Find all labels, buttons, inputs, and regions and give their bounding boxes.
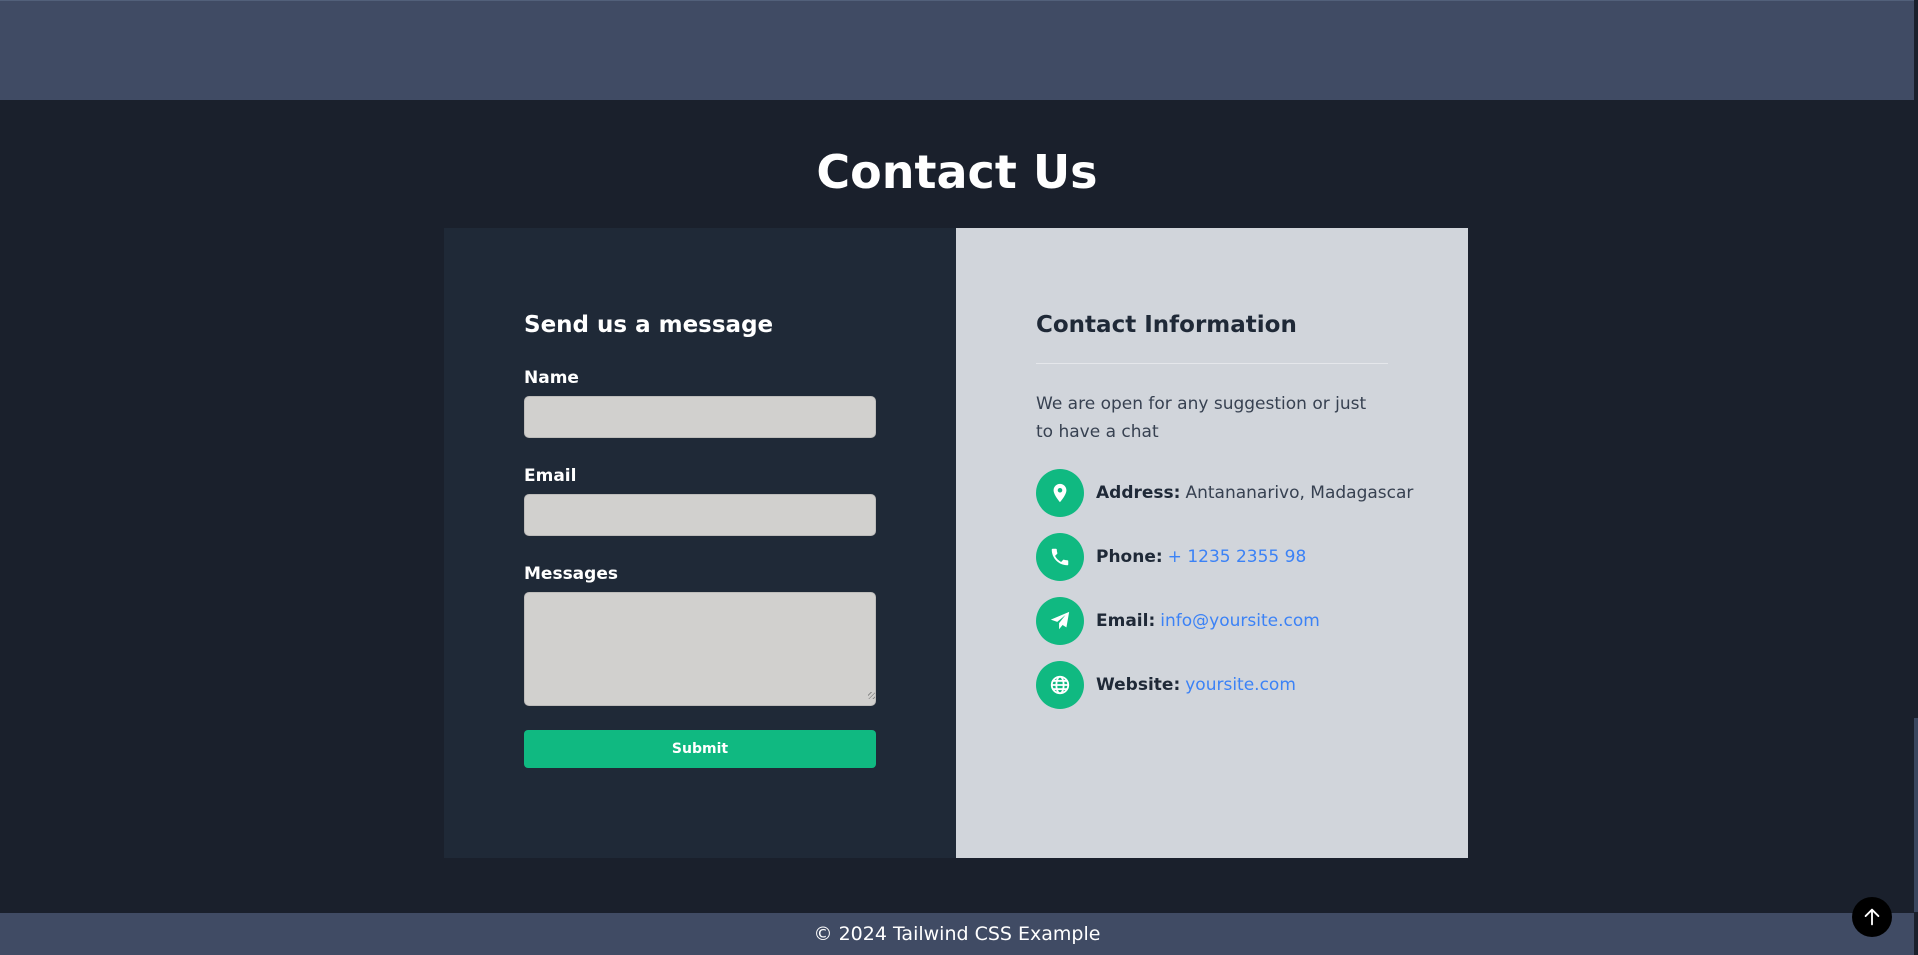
website-row: Website: yoursite.com [1036, 661, 1296, 709]
email-link[interactable]: info@yoursite.com [1160, 611, 1320, 631]
form-heading: Send us a message [524, 312, 774, 338]
contact-info-heading: Contact Information [1036, 312, 1297, 338]
messages-textarea[interactable] [524, 592, 876, 706]
submit-button[interactable]: Submit [524, 730, 876, 768]
phone-link[interactable]: + 1235 2355 98 [1168, 547, 1307, 567]
email-row: Email: info@yoursite.com [1036, 597, 1320, 645]
website-label: Website: [1096, 675, 1181, 695]
website-link[interactable]: yoursite.com [1185, 675, 1296, 695]
email-label: Email: [1096, 611, 1156, 631]
phone-icon [1036, 533, 1084, 581]
address-label: Address: [1096, 483, 1181, 503]
back-to-top-button[interactable] [1852, 897, 1892, 937]
header-band [0, 0, 1914, 100]
phone-row: Phone: + 1235 2355 98 [1036, 533, 1306, 581]
map-pin-icon [1036, 469, 1084, 517]
email-input[interactable] [524, 494, 876, 536]
page-title: Contact Us [816, 145, 1098, 199]
contact-info-panel: Contact Information We are open for any … [956, 228, 1468, 858]
name-input[interactable] [524, 396, 876, 438]
globe-icon [1036, 661, 1084, 709]
name-label: Name [524, 368, 579, 388]
phone-label: Phone: [1096, 547, 1163, 567]
divider [1036, 363, 1388, 364]
contact-info-description: We are open for any suggestion or just t… [1036, 394, 1367, 442]
footer: © 2024 Tailwind CSS Example [0, 913, 1914, 955]
address-value: Antananarivo, Madagascar [1185, 483, 1414, 503]
footer-copyright: © 2024 Tailwind CSS Example [813, 923, 1101, 945]
scrollbar-thumb[interactable] [1914, 718, 1918, 912]
messages-label: Messages [524, 564, 618, 584]
arrow-up-icon [1861, 906, 1883, 928]
scrollbar-track[interactable] [1914, 0, 1918, 955]
address-row: Address: Antananarivo, Madagascar [1036, 469, 1413, 517]
email-label: Email [524, 466, 577, 486]
message-form-panel: Send us a message Name Email Messages Su… [444, 228, 956, 858]
paper-plane-icon [1036, 597, 1084, 645]
